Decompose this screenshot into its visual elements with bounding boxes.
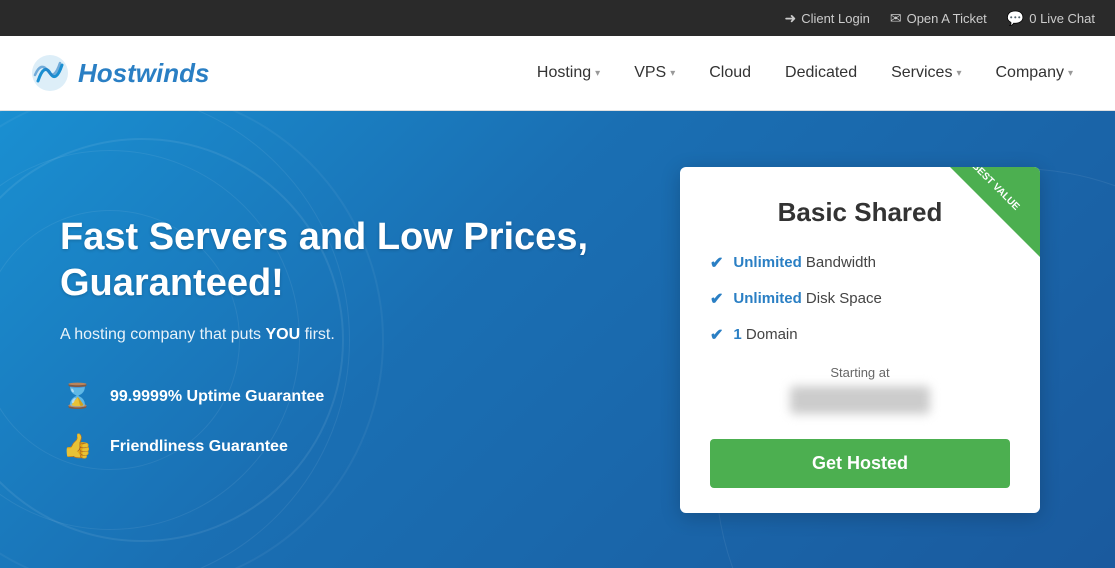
nav-services[interactable]: Services ▾ bbox=[879, 56, 973, 90]
navbar: Hostwinds Hosting ▾ VPS ▾ Cloud Dedicate… bbox=[0, 36, 1115, 111]
domain-highlight: 1 bbox=[733, 326, 741, 343]
live-chat-link[interactable]: 💬 0 Live Chat bbox=[1007, 10, 1095, 27]
bandwidth-highlight: Unlimited bbox=[733, 254, 801, 271]
nav-company[interactable]: Company ▾ bbox=[983, 56, 1085, 90]
nav-company-arrow: ▾ bbox=[1068, 68, 1073, 79]
open-ticket-link[interactable]: ✉ Open A Ticket bbox=[890, 10, 987, 27]
client-login-label: Client Login bbox=[801, 11, 870, 26]
logo[interactable]: Hostwinds bbox=[30, 53, 209, 93]
live-chat-label: 0 Live Chat bbox=[1029, 11, 1095, 26]
check-icon-domain: ✔ bbox=[710, 325, 723, 345]
nav-dedicated[interactable]: Dedicated bbox=[773, 56, 869, 90]
nav-services-arrow: ▾ bbox=[956, 68, 961, 79]
nav-vps[interactable]: VPS ▾ bbox=[622, 56, 687, 90]
login-icon: ➜ bbox=[784, 10, 796, 27]
hero-headline: Fast Servers and Low Prices, Guaranteed! bbox=[60, 215, 640, 306]
starting-at-label: Starting at bbox=[710, 365, 1010, 380]
logo-icon bbox=[30, 53, 70, 93]
hero-section: Fast Servers and Low Prices, Guaranteed!… bbox=[0, 111, 1115, 568]
nav-hosting[interactable]: Hosting ▾ bbox=[525, 56, 612, 90]
price-display bbox=[710, 386, 1010, 419]
friendliness-icon: 👍 bbox=[60, 429, 95, 464]
disk-rest: Disk Space bbox=[802, 290, 882, 307]
logo-text: Hostwinds bbox=[78, 58, 209, 89]
nav-cloud[interactable]: Cloud bbox=[697, 56, 763, 90]
check-icon-bandwidth: ✔ bbox=[710, 253, 723, 273]
price-bar bbox=[790, 386, 930, 414]
feature-uptime: ⌛ 99.9999% Uptime Guarantee bbox=[60, 379, 640, 414]
feature-friendliness: 👍 Friendliness Guarantee bbox=[60, 429, 640, 464]
hero-content: Fast Servers and Low Prices, Guaranteed!… bbox=[60, 215, 640, 464]
uptime-icon: ⌛ bbox=[60, 379, 95, 414]
chat-icon: 💬 bbox=[1007, 10, 1024, 27]
best-value-text: BEST VALUE bbox=[959, 167, 1031, 223]
nav-vps-arrow: ▾ bbox=[670, 68, 675, 79]
check-icon-disk: ✔ bbox=[710, 289, 723, 309]
domain-rest: Domain bbox=[742, 326, 798, 343]
client-login-link[interactable]: ➜ Client Login bbox=[784, 10, 869, 27]
disk-highlight: Unlimited bbox=[733, 290, 801, 307]
hero-features: ⌛ 99.9999% Uptime Guarantee 👍 Friendline… bbox=[60, 379, 640, 464]
best-value-badge: BEST VALUE bbox=[950, 167, 1040, 257]
card-feature-disk: ✔ Unlimited Disk Space bbox=[710, 289, 1010, 309]
hero-subtext: A hosting company that puts YOU first. bbox=[60, 326, 640, 344]
top-bar: ➜ Client Login ✉ Open A Ticket 💬 0 Live … bbox=[0, 0, 1115, 36]
friendliness-label: Friendliness Guarantee bbox=[110, 438, 288, 456]
card-feature-domain: ✔ 1 Domain bbox=[710, 325, 1010, 345]
nav-hosting-arrow: ▾ bbox=[595, 68, 600, 79]
uptime-label: 99.9999% Uptime Guarantee bbox=[110, 388, 324, 406]
get-hosted-button[interactable]: Get Hosted bbox=[710, 439, 1010, 488]
pricing-card-area: BEST VALUE Basic Shared ✔ Unlimited Band… bbox=[680, 167, 1040, 513]
nav-links: Hosting ▾ VPS ▾ Cloud Dedicated Services… bbox=[525, 56, 1085, 90]
pricing-card: BEST VALUE Basic Shared ✔ Unlimited Band… bbox=[680, 167, 1040, 513]
bandwidth-rest: Bandwidth bbox=[802, 254, 876, 271]
ticket-icon: ✉ bbox=[890, 10, 902, 27]
open-ticket-label: Open A Ticket bbox=[907, 11, 987, 26]
